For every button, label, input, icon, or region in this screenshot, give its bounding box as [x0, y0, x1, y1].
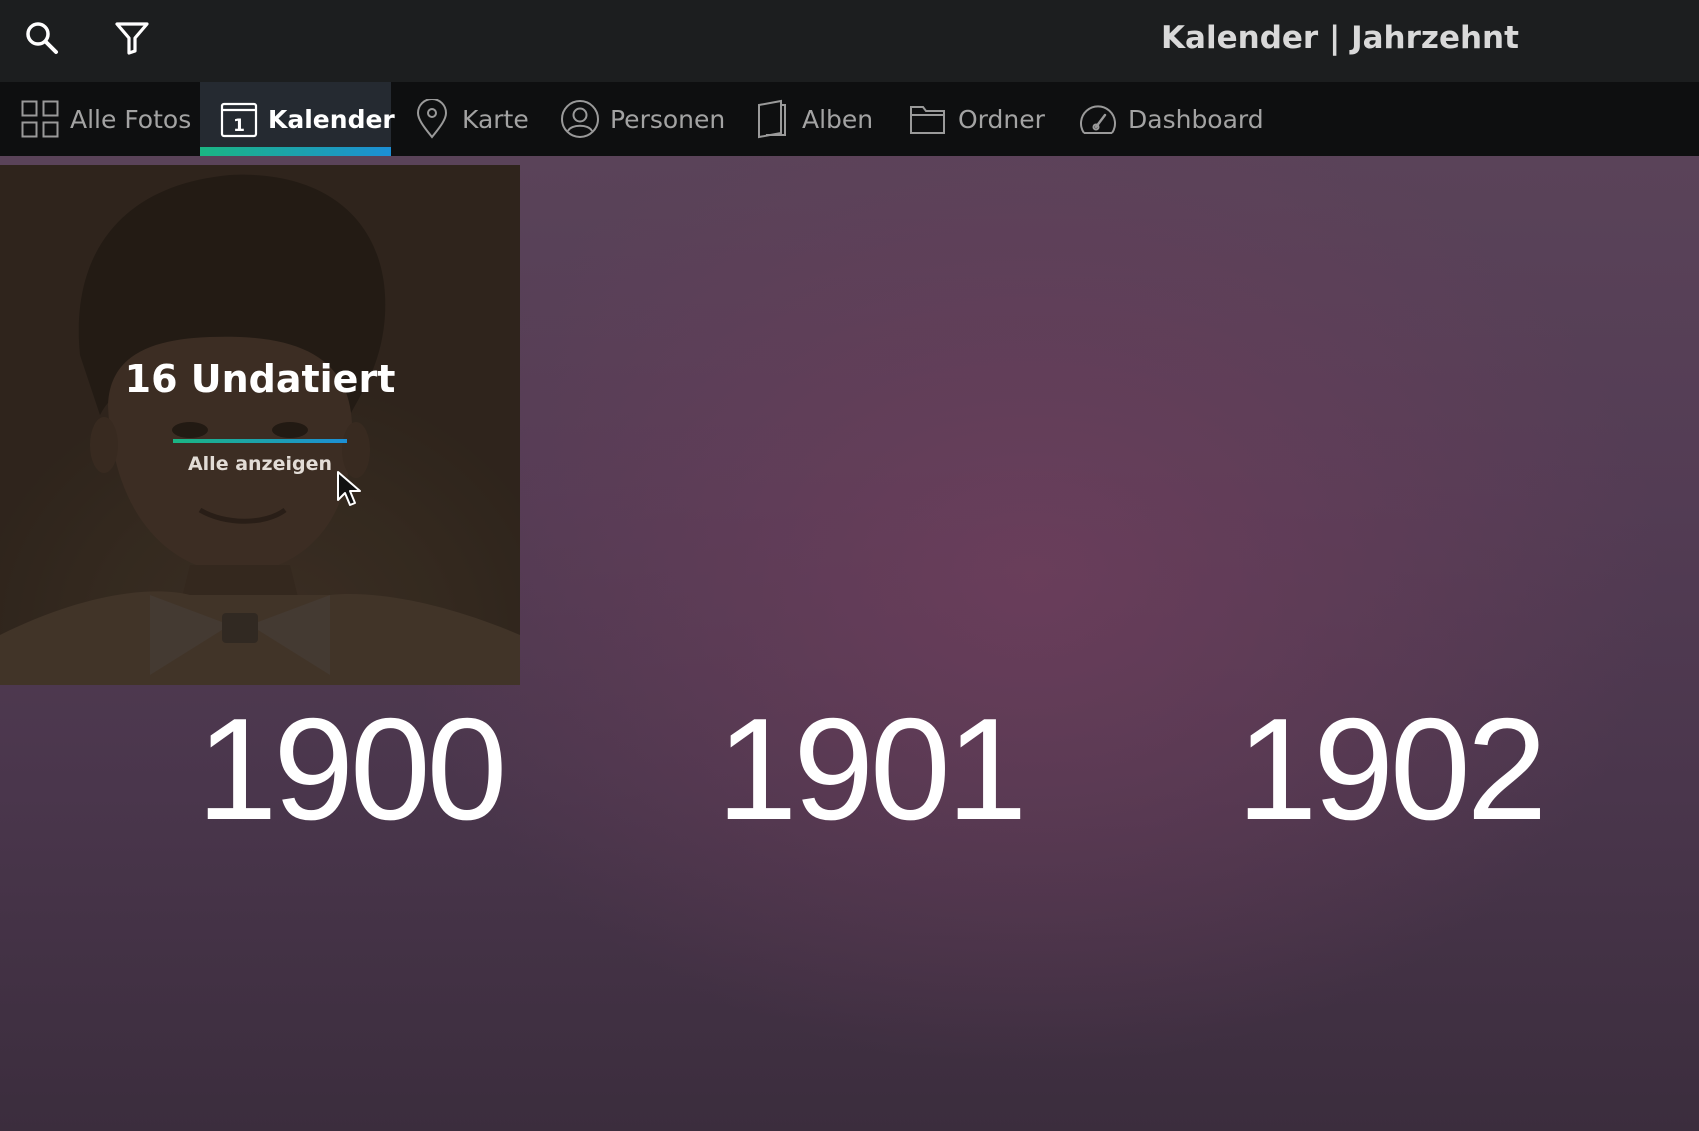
calendar-icon-digit: 1 — [233, 116, 245, 136]
tab-dashboard[interactable]: Dashboard — [1078, 82, 1264, 156]
person-icon — [560, 99, 600, 139]
tab-label: Personen — [610, 104, 726, 134]
gauge-icon — [1078, 99, 1118, 139]
tab-personen[interactable]: Personen — [560, 82, 725, 156]
tab-label: Dashboard — [1128, 104, 1264, 134]
tab-label: Kalender — [268, 104, 395, 134]
tab-ordner[interactable]: Ordner — [908, 82, 1045, 156]
undated-photos-card[interactable]: 16 Undatiert Alle anzeigen — [0, 165, 520, 685]
filter-icon — [114, 20, 150, 60]
card-overlay — [0, 165, 520, 685]
grid-icon — [20, 99, 60, 139]
main-nav: Alle Fotos 1 Kalender Karte Personen Alb… — [0, 82, 1699, 156]
map-pin-icon — [412, 99, 452, 139]
page-title: Kalender | Jahrzehnt — [1161, 20, 1519, 56]
undated-count: 16 Undatiert — [124, 357, 396, 401]
tab-karte[interactable]: Karte — [412, 82, 529, 156]
year-1900[interactable]: 1900 — [90, 686, 610, 853]
calendar-icon: 1 — [220, 99, 258, 139]
accent-divider — [173, 439, 347, 443]
tab-label: Alben — [802, 104, 874, 134]
year-1902[interactable]: 1902 — [1130, 686, 1650, 853]
tab-label: Karte — [462, 104, 529, 134]
show-all-link[interactable]: Alle anzeigen — [0, 453, 520, 475]
tab-kalender[interactable]: 1 Kalender — [200, 82, 395, 156]
tab-label: Alle Fotos — [70, 104, 192, 134]
top-toolbar: Kalender | Jahrzehnt — [0, 0, 1699, 82]
decade-view: 16 Undatiert Alle anzeigen 1900 1901 190… — [0, 156, 1699, 1131]
app-window: Kalender | Jahrzehnt Alle Fotos 1 Kalend… — [0, 0, 1699, 1131]
search-button[interactable] — [20, 18, 64, 62]
mouse-cursor-icon — [337, 471, 361, 506]
year-1901[interactable]: 1901 — [610, 686, 1130, 853]
filter-button[interactable] — [110, 18, 154, 62]
folder-icon — [908, 99, 948, 139]
active-tab-indicator — [200, 147, 391, 156]
tab-alben[interactable]: Alben — [752, 82, 873, 156]
tab-alle-fotos[interactable]: Alle Fotos — [20, 82, 191, 156]
tab-label: Ordner — [958, 104, 1045, 134]
search-icon — [24, 20, 60, 60]
album-icon — [752, 99, 792, 139]
